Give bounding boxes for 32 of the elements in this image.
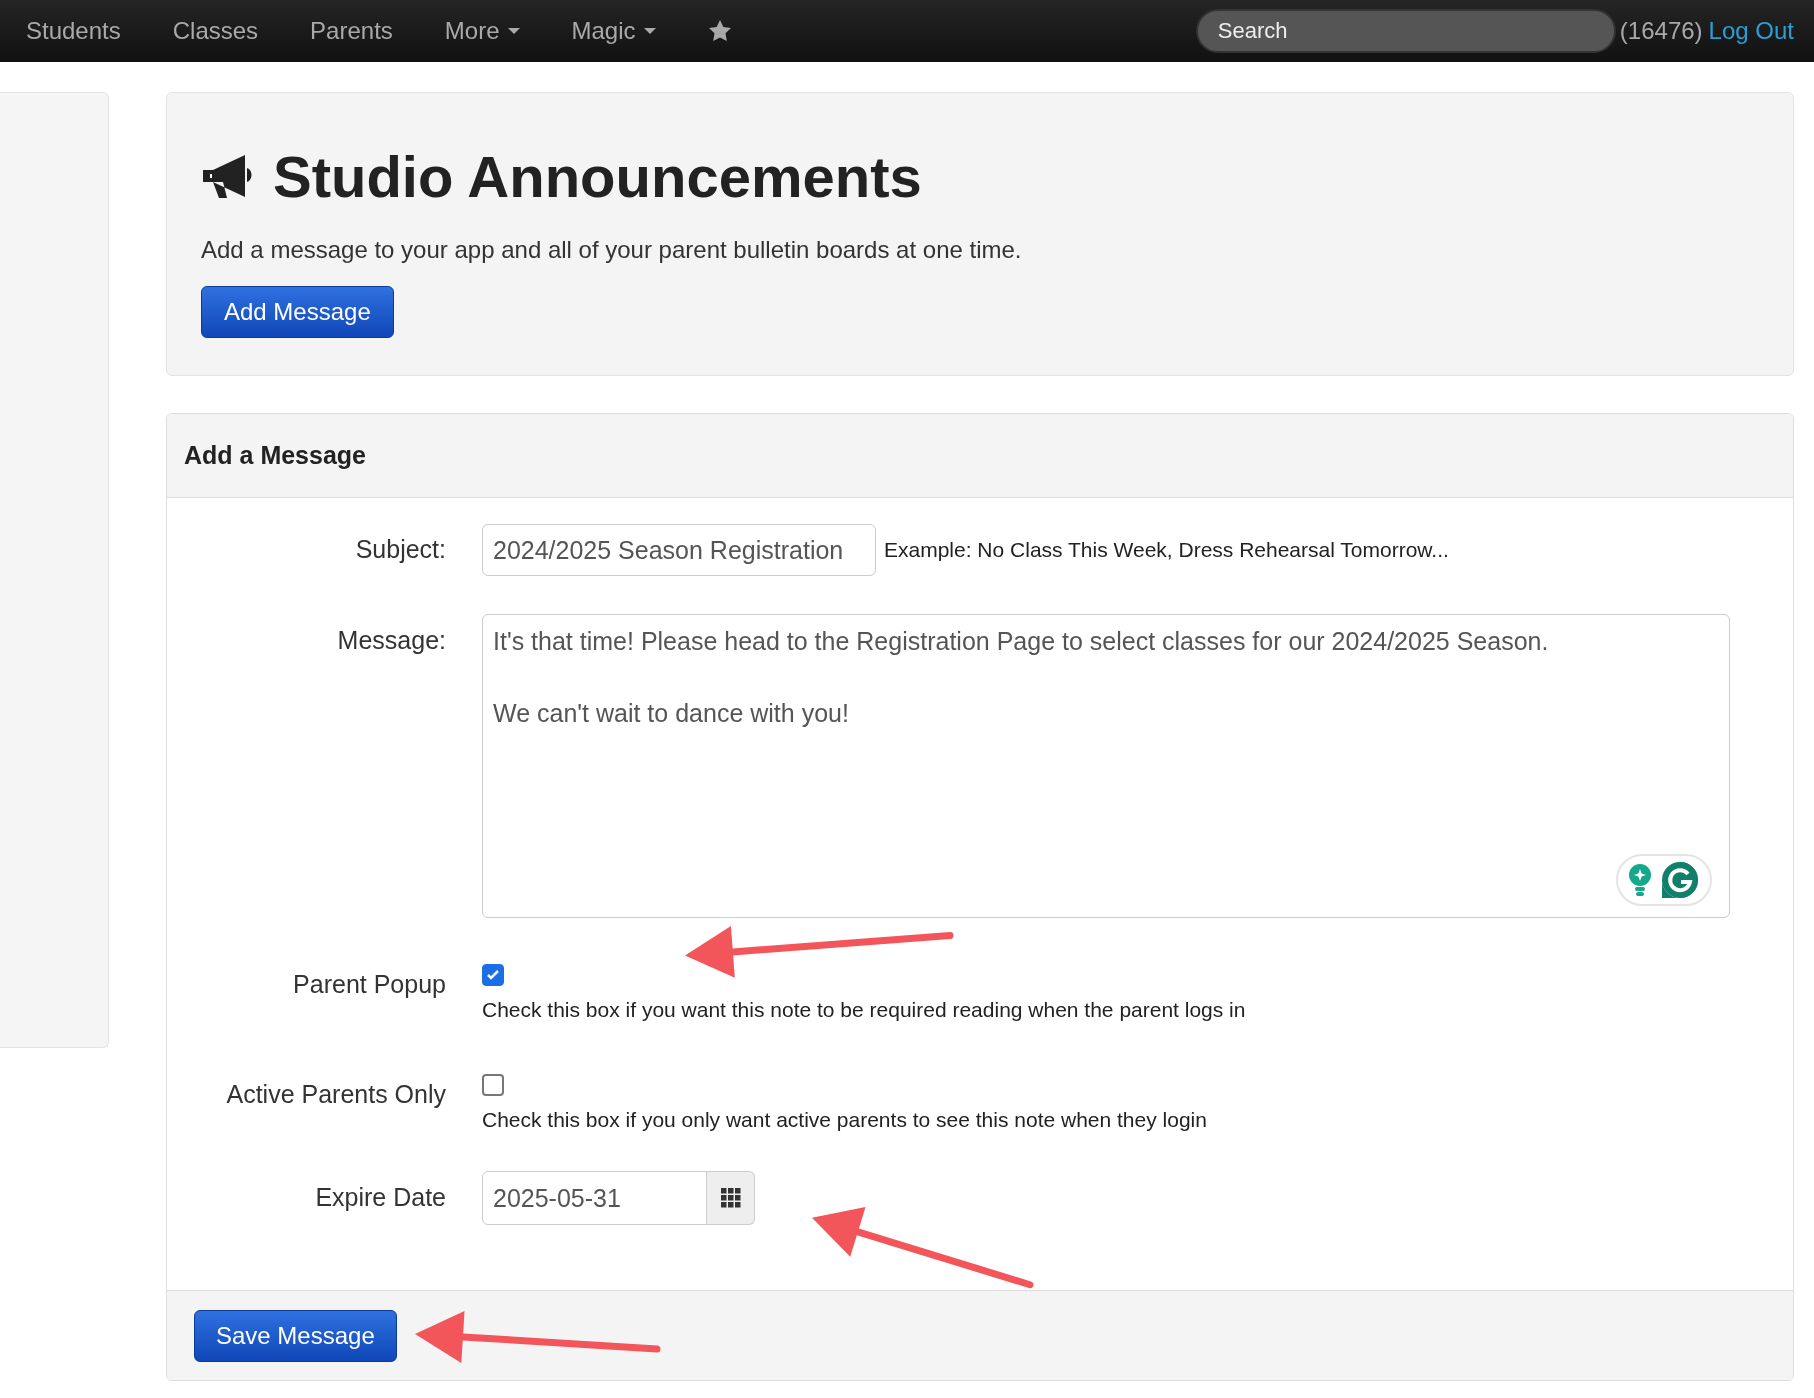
save-message-button[interactable]: Save Message	[194, 1309, 397, 1362]
star-icon[interactable]	[707, 19, 732, 43]
help-text: Check this box if you want this note to be required reading when the parent logs in	[482, 997, 1246, 1023]
field-label: Message:	[336, 625, 447, 656]
expire-date-field[interactable]: 2025-05-31	[482, 1171, 707, 1225]
search-field[interactable]: Search	[1195, 9, 1616, 53]
field-label: Expire Date	[314, 1182, 447, 1214]
writing-assistant-widget[interactable]	[1616, 854, 1712, 906]
logout-link[interactable]: Log Out	[1708, 13, 1794, 49]
checkbox[interactable]	[482, 1073, 504, 1096]
grid-icon	[720, 1188, 741, 1208]
field-label: Parent Popup	[292, 969, 447, 1000]
field-label: Active Parents Only	[225, 1078, 447, 1110]
calendar-button[interactable]	[707, 1171, 755, 1225]
checkbox[interactable]	[482, 964, 504, 986]
nav-link[interactable]: Students	[0, 13, 147, 49]
nav-link[interactable]: Parents	[284, 13, 419, 49]
help-text: Check this box if you only want active parents to see this note when they login	[482, 1106, 1207, 1133]
nav-link[interactable]: More	[418, 13, 546, 49]
message-field[interactable]: It's that time! Please head to the Registration Page to select classes for our 2024/2025 Season. We can't wait to dance with you!	[482, 614, 1730, 918]
lightbulb-icon	[1628, 863, 1652, 897]
nav-link[interactable]: Magic	[545, 13, 682, 49]
field-hint: Example: No Class This Week, Dress Rehearsal Tomorrow...	[884, 537, 1449, 564]
account-id: (16476)	[1619, 16, 1703, 46]
page-title: Studio Announcements	[273, 148, 922, 206]
nav-link[interactable]: Classes	[146, 13, 285, 49]
g-logo-icon	[1660, 860, 1700, 900]
add-message-button[interactable]: Add Message	[201, 286, 394, 338]
form-title: Add a Message	[184, 439, 366, 471]
field-label: Subject:	[354, 534, 447, 566]
subject-field[interactable]: 2024/2025 Season Registration	[482, 524, 876, 576]
page-subtitle: Add a message to your app and all of your parent bulletin boards at one time.	[201, 235, 1023, 265]
